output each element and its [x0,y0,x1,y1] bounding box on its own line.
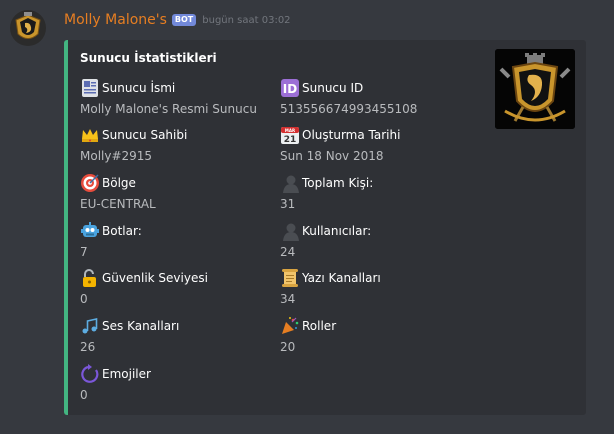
field-value: 24 [280,245,296,259]
person-silhouette-icon [280,173,302,193]
crest-logo-icon [15,12,41,39]
field-value: Molly Malone's Resmi Sunucu [80,102,257,116]
field-name: ID Sunucu ID [280,78,470,98]
scroll-icon [280,268,302,288]
field-label: Ses Kanalları [102,319,180,333]
field-value: Molly#2915 [80,149,153,163]
embed-field: Toplam Kişi: 31 [280,173,470,211]
field-name: Bölge [80,173,270,193]
bot-avatar[interactable] [10,10,46,46]
timestamp: bugün saat 03:02 [202,14,291,26]
field-value: 0 [80,388,88,402]
embed-field: MAR 21 Oluşturma Tarihi Sun 18 Nov 2018 [280,125,470,163]
embed-field: ID Sunucu ID 513556674993455108 [280,78,470,116]
target-icon [80,173,102,193]
svg-text:21: 21 [284,135,297,145]
field-value: EU-CENTRAL [80,197,156,211]
party-popper-icon [280,316,302,336]
message-header: Molly Malone's BOT bugün saat 03:02 [64,10,291,30]
field-value: 20 [280,340,296,354]
svg-text:MAR: MAR [285,128,295,133]
calendar-icon: MAR 21 [280,125,302,145]
robot-icon [80,221,102,241]
lock-icon [80,268,102,288]
id-badge-icon: ID [280,78,302,98]
field-label: Oluşturma Tarihi [302,128,401,142]
embed-thumbnail[interactable] [495,49,575,129]
embed-field: Güvenlik Seviyesi 0 [80,268,270,306]
field-value: 26 [80,340,96,354]
field-name: Botlar: [80,221,270,241]
embed-field: Sunucu İsmi Molly Malone's Resmi Sunucu [80,78,270,116]
embed-field: Roller 20 [280,316,470,354]
field-name: Roller [280,316,470,336]
field-name: Sunucu Sahibi [80,125,270,145]
field-value: 31 [280,197,296,211]
field-value: 0 [80,292,88,306]
circle-arrow-icon [80,364,102,384]
embed-field: Ses Kanalları 26 [80,316,270,354]
field-name: Kullanıcılar: [280,221,470,241]
bot-tag: BOT [171,14,197,26]
field-label: Kullanıcılar: [302,224,372,238]
field-label: Botlar: [102,224,142,238]
field-name: Toplam Kişi: [280,173,470,193]
field-value: 513556674993455108 [280,102,418,116]
field-value: 7 [80,245,88,259]
field-label: Sunucu İsmi [102,81,176,95]
embed-field: Kullanıcılar: 24 [280,221,470,259]
svg-text:ID: ID [283,82,297,96]
embed-field: Yazı Kanalları 34 [280,268,470,306]
embed-title: Sunucu İstatistikleri [80,51,217,65]
embed: Sunucu İstatistikleri Sunucu İsmi Molly M… [64,40,586,415]
field-label: Bölge [102,176,136,190]
username[interactable]: Molly Malone's [64,12,167,28]
embed-field: Bölge EU-CENTRAL [80,173,270,211]
embed-field: Emojiler 0 [80,364,270,402]
crest-thumbnail-icon [495,49,575,129]
field-name: Emojiler [80,364,270,384]
field-name: Güvenlik Seviyesi [80,268,270,288]
field-name: Ses Kanalları [80,316,270,336]
field-label: Güvenlik Seviyesi [102,271,208,285]
field-label: Yazı Kanalları [302,271,381,285]
embed-field: Sunucu Sahibi Molly#2915 [80,125,270,163]
field-name: MAR 21 Oluşturma Tarihi [280,125,470,145]
field-name: Sunucu İsmi [80,78,270,98]
field-value: Sun 18 Nov 2018 [280,149,384,163]
field-label: Emojiler [102,367,151,381]
field-name: Yazı Kanalları [280,268,470,288]
embed-field: Botlar: 7 [80,221,270,259]
field-label: Sunucu ID [302,81,364,95]
crown-icon [80,125,102,145]
id-card-icon [80,78,102,98]
person-silhouette-icon [280,221,302,241]
field-label: Sunucu Sahibi [102,128,188,142]
field-label: Toplam Kişi: [302,176,374,190]
music-notes-icon [80,316,102,336]
field-value: 34 [280,292,296,306]
field-label: Roller [302,319,337,333]
